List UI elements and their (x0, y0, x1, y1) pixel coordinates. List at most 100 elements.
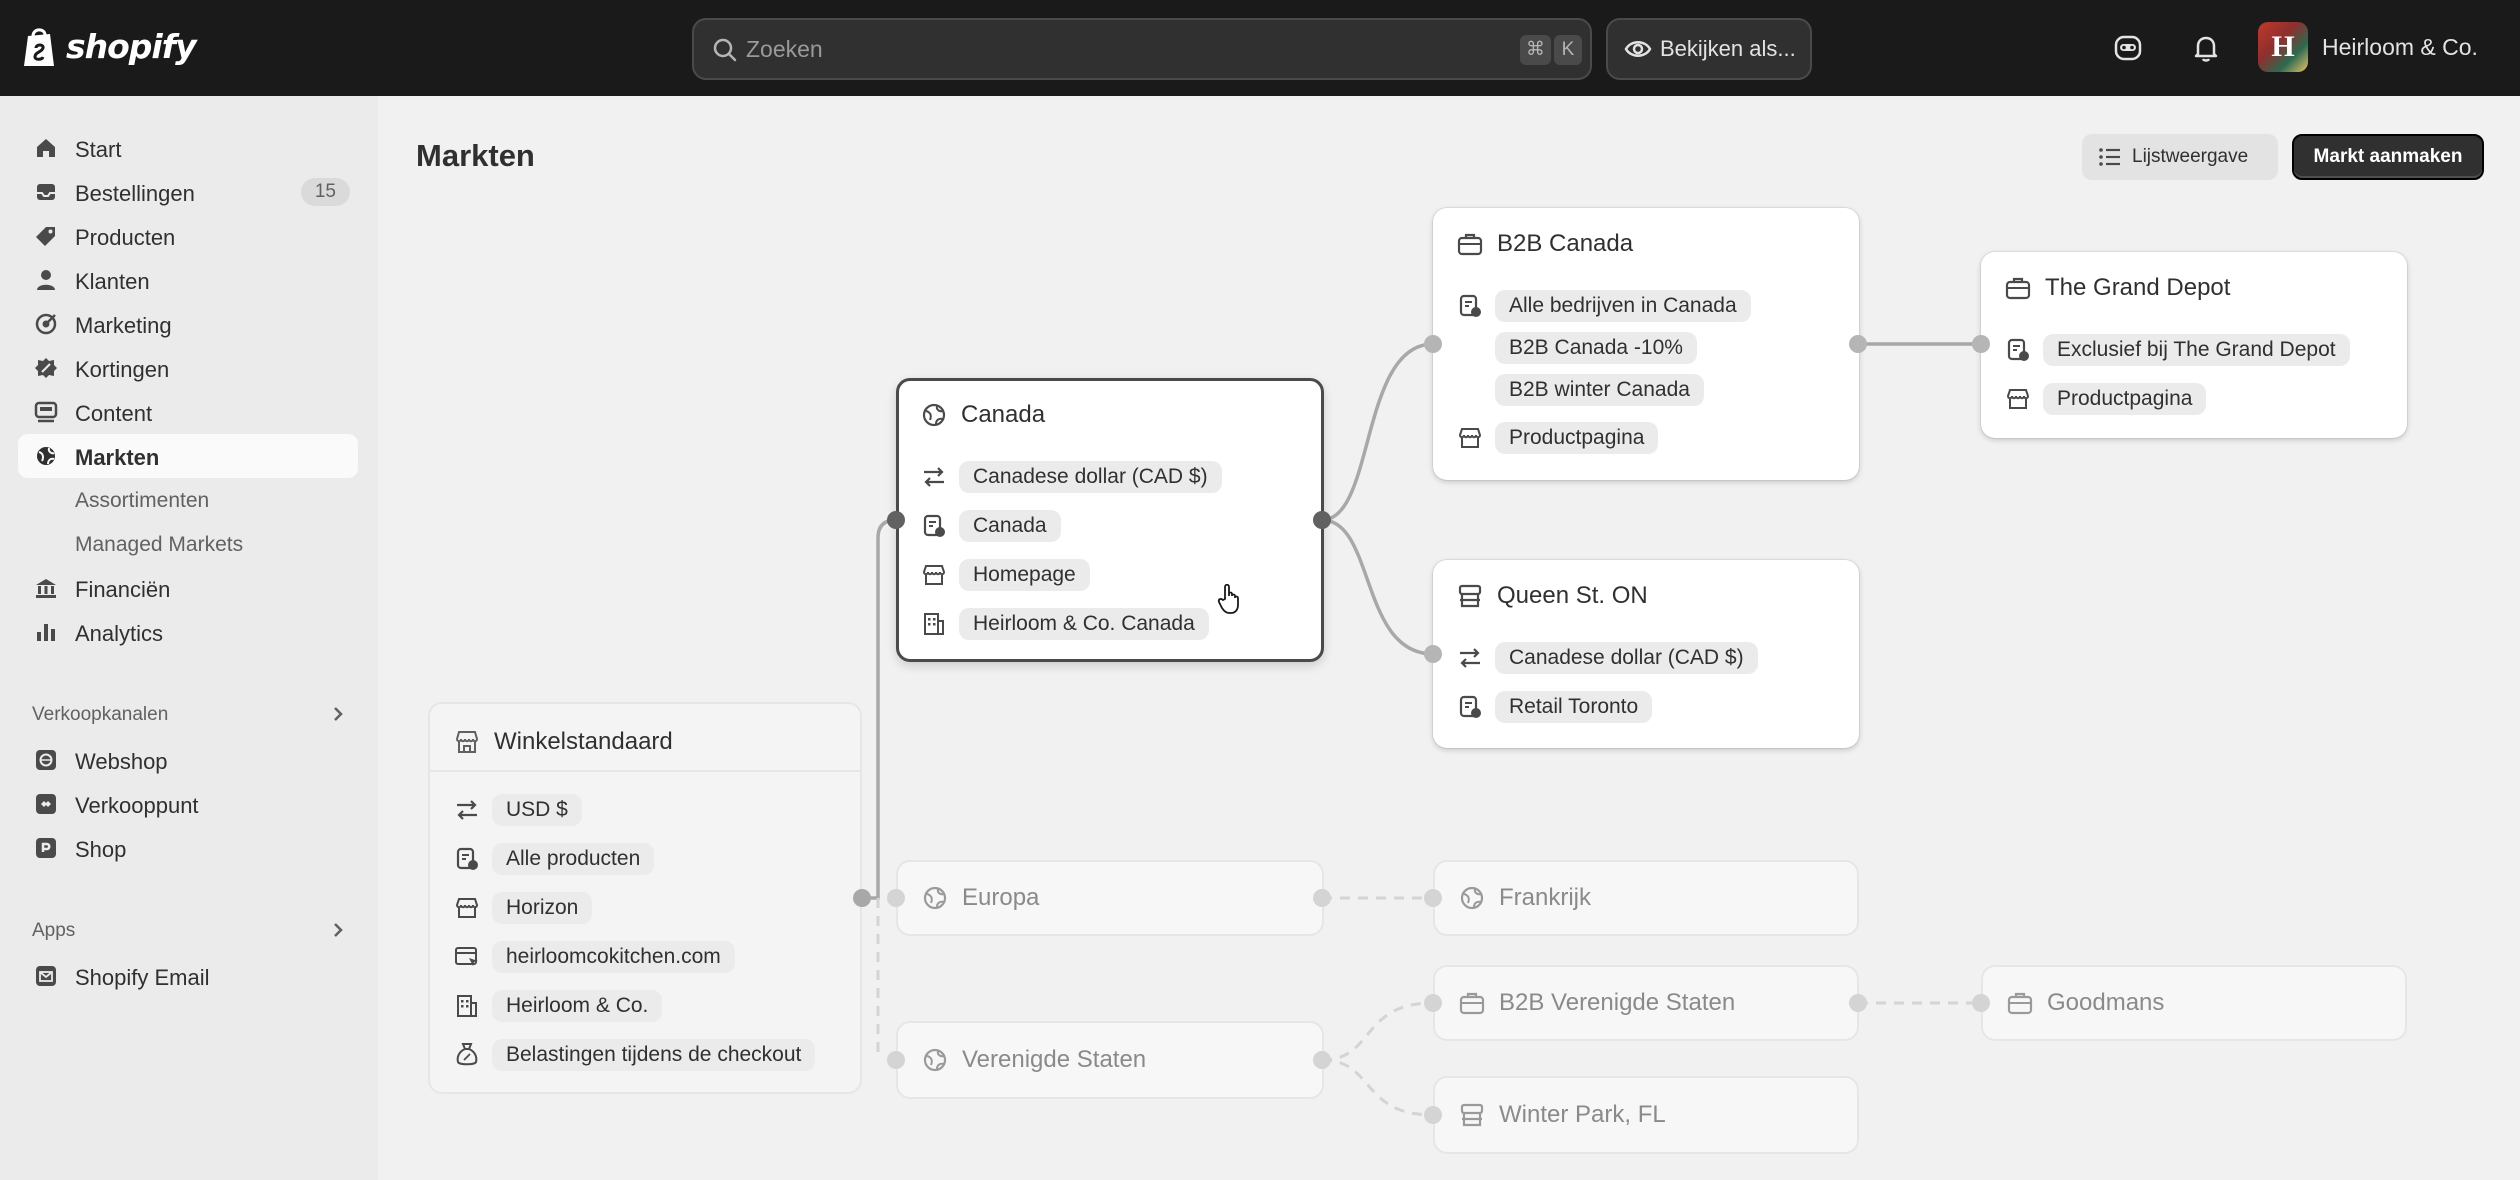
catalog-icon (923, 514, 945, 537)
sidebar-item-start[interactable]: Start (18, 126, 358, 170)
connector-dot[interactable] (1849, 335, 1867, 353)
connector-dot[interactable] (1424, 994, 1442, 1012)
connector-dot[interactable] (1313, 511, 1331, 529)
sidebar-item-kortingen[interactable]: Kortingen (18, 346, 358, 390)
card-title: Frankrijk (1499, 884, 1592, 911)
currency-row: USD $ (454, 794, 582, 826)
sidebar-item-label: Marketing (75, 313, 172, 338)
market-card-grand-depot[interactable]: The Grand Depot Exclusief bij The Grand … (1981, 252, 2407, 438)
store-name: Heirloom & Co. (2322, 33, 2478, 60)
domain-chip: heirloomcokitchen.com (492, 941, 735, 973)
briefcase-icon (2005, 277, 2031, 300)
shopify-logo[interactable]: shopify (20, 24, 197, 68)
chevron-right-icon[interactable] (328, 704, 348, 724)
connector-dot[interactable] (1313, 1051, 1331, 1069)
apps-header[interactable]: Apps (32, 920, 75, 942)
connector-dot[interactable] (1424, 335, 1442, 353)
market-card-verenigde-staten[interactable]: Verenigde Staten (896, 1021, 1324, 1099)
card-title: Winkelstandaard (494, 728, 673, 755)
theme-row: Productpagina (1457, 422, 1659, 454)
shortcut-k-key: K (1554, 35, 1582, 65)
connector-dot[interactable] (887, 511, 905, 529)
chevron-right-icon[interactable] (328, 920, 348, 940)
connector-dot[interactable] (1313, 889, 1331, 907)
list-view-label: Lijstweergave (2132, 146, 2249, 167)
connector-dot[interactable] (1849, 994, 1867, 1012)
globe-icon (37, 447, 55, 465)
theme-row: Horizon (454, 892, 593, 924)
connector-dot[interactable] (853, 889, 871, 907)
globe-icon (922, 403, 946, 427)
bell-icon[interactable] (2190, 32, 2222, 64)
sidebar-item-label: Analytics (75, 621, 164, 646)
sidebar-item-label: Managed Markets (75, 533, 244, 556)
sidebar-item-analytics[interactable]: Analytics (18, 610, 358, 654)
tax-row: Belastingen tijdens de checkout (454, 1039, 816, 1071)
connector-dot[interactable] (1424, 645, 1442, 663)
target-icon (35, 313, 57, 335)
store-avatar: H (2258, 22, 2308, 72)
currency-exchange-icon (457, 800, 477, 820)
store-icon (455, 731, 479, 753)
currency-chip: Canadese dollar (CAD $) (1495, 642, 1758, 674)
connector-dot[interactable] (887, 1051, 905, 1069)
sidekick-icon[interactable] (2112, 32, 2144, 64)
market-card-frankrijk[interactable]: Frankrijk (1433, 860, 1859, 936)
connector-dot[interactable] (1972, 335, 1990, 353)
sidebar-item-label: Klanten (75, 269, 150, 294)
top-bar: shopify Zoeken ⌘ K Bekijken als... H Hei… (0, 0, 2520, 96)
person-icon (37, 270, 55, 290)
card-title: Europa (962, 884, 1040, 911)
sidebar-item-producten[interactable]: Producten (18, 214, 358, 258)
sidebar-item-financien[interactable]: Financiën (18, 566, 358, 610)
view-as-label: Bekijken als... (1660, 36, 1796, 61)
search-input[interactable]: Zoeken ⌘ K (692, 18, 1592, 80)
card-title: The Grand Depot (2045, 274, 2231, 301)
sales-channels-header[interactable]: Verkoopkanalen (32, 704, 168, 726)
market-card-goodmans[interactable]: Goodmans (1981, 965, 2407, 1041)
market-card-europa[interactable]: Europa (896, 860, 1324, 936)
market-card-b2b-verenigde-staten[interactable]: B2B Verenigde Staten (1433, 965, 1859, 1041)
view-as-button[interactable]: Bekijken als... (1606, 18, 1812, 80)
market-card-b2b-canada[interactable]: B2B Canada Alle bedrijven in Canada B2B … (1433, 208, 1859, 480)
list-view-button[interactable]: Lijstweergave (2082, 134, 2278, 180)
sidebar-item-managed-markets[interactable]: Managed Markets (18, 522, 358, 566)
sidebar-item-label: Assortimenten (75, 489, 210, 512)
sidebar-item-marketing[interactable]: Marketing (18, 302, 358, 346)
sidebar-item-shopify-email[interactable]: Shopify Email (18, 954, 358, 998)
theme-row: Productpagina (2005, 383, 2207, 415)
store-menu[interactable]: H Heirloom & Co. (2258, 22, 2478, 72)
catalog-chip: Retail Toronto (1495, 691, 1653, 723)
theme-row: Homepage (921, 559, 1090, 591)
sidebar: Start Bestellingen 15 Producten Klanten … (0, 96, 378, 1180)
create-market-button[interactable]: Markt aanmaken (2292, 134, 2484, 180)
sidebar-item-webshop[interactable]: Webshop (18, 738, 358, 782)
globe-icon (923, 886, 947, 910)
building-icon (457, 995, 477, 1017)
sidebar-item-content[interactable]: Content (18, 390, 358, 434)
shortcut-cmd-key: ⌘ (1520, 35, 1551, 65)
card-title: B2B Canada (1497, 230, 1634, 257)
card-title: Queen St. ON (1497, 582, 1648, 609)
briefcase-icon (1459, 992, 1485, 1015)
sidebar-item-assortimenten[interactable]: Assortimenten (18, 478, 358, 522)
currency-row: Canadese dollar (CAD $) (921, 461, 1222, 493)
market-card-queen-st[interactable]: Queen St. ON Canadese dollar (CAD $) Ret… (1433, 560, 1859, 748)
catalog-chip: Canada (959, 510, 1061, 542)
connector-dot[interactable] (1972, 994, 1990, 1012)
briefcase-icon (2007, 992, 2033, 1015)
discount-icon (35, 358, 57, 378)
sidebar-item-verkooppunt[interactable]: Verkooppunt (18, 782, 358, 826)
connector-dot[interactable] (887, 889, 905, 907)
market-card-winkelstandaard[interactable]: Winkelstandaard USD $ Alle producten Hor… (428, 702, 862, 1094)
connector-dot[interactable] (1424, 889, 1442, 907)
currency-chip: USD $ (492, 794, 582, 826)
sidebar-item-bestellingen[interactable]: Bestellingen 15 (18, 170, 358, 214)
sidebar-item-klanten[interactable]: Klanten (18, 258, 358, 302)
currency-row: Canadese dollar (CAD $) (1457, 642, 1758, 674)
connector-dot[interactable] (1424, 1106, 1442, 1124)
market-card-canada[interactable]: Canada Canadese dollar (CAD $) Canada Ho… (896, 378, 1324, 662)
sidebar-item-shop[interactable]: Shop (18, 826, 358, 870)
sidebar-item-markten[interactable]: Markten (18, 434, 358, 478)
market-card-winter-park[interactable]: Winter Park, FL (1433, 1076, 1859, 1154)
